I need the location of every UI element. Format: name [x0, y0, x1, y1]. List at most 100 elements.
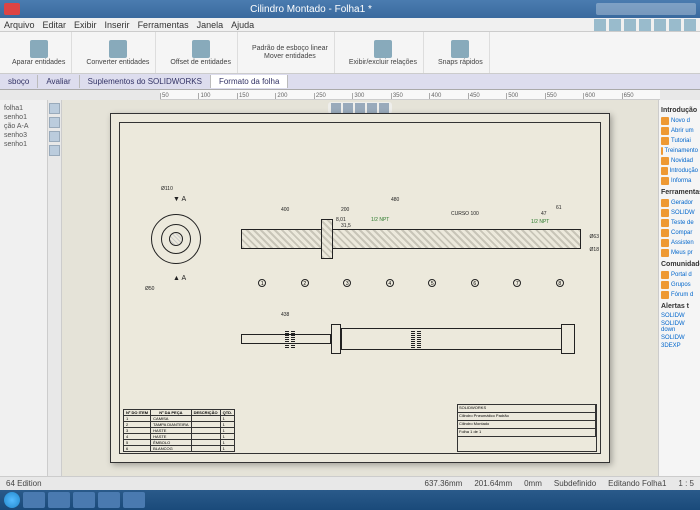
taskpane-link[interactable]: Meus pr: [661, 248, 698, 258]
balloon[interactable]: 5: [428, 279, 436, 287]
ribbon-offset[interactable]: Offset de entidades: [164, 32, 238, 73]
ribbon-pattern[interactable]: Padrão de esboço linear Mover entidades: [246, 32, 335, 73]
ribbon-convert[interactable]: Converter entidades: [80, 32, 156, 73]
display-style-icon[interactable]: [379, 103, 389, 113]
undo-icon[interactable]: [654, 19, 666, 31]
taskpane-link[interactable]: Novidad: [661, 156, 698, 166]
dimension[interactable]: CURSO 100: [451, 211, 479, 217]
taskpane-link[interactable]: Tutoriai: [661, 136, 698, 146]
taskpane-link[interactable]: Informa: [661, 176, 698, 186]
taskbar-solidworks-icon[interactable]: [123, 492, 145, 508]
dimension[interactable]: Ø110: [161, 186, 173, 192]
rotate-icon[interactable]: [367, 103, 377, 113]
view-tool-icon[interactable]: [49, 103, 60, 114]
ribbon-trim[interactable]: Aparar entidades: [6, 32, 72, 73]
quick-access-toolbar: [594, 19, 696, 31]
menu-editar[interactable]: Editar: [43, 20, 67, 30]
taskpane-link[interactable]: 3DEXP: [661, 342, 698, 350]
taskpane-link[interactable]: SOLIDW: [661, 334, 698, 342]
side-elevation-view[interactable]: 438: [241, 314, 581, 364]
dimension[interactable]: 47: [541, 211, 547, 217]
menu-janela[interactable]: Janela: [197, 20, 224, 30]
dimension[interactable]: 480: [391, 197, 399, 203]
tree-item[interactable]: senho1: [4, 113, 43, 122]
taskpane-link[interactable]: SOLIDW: [661, 208, 698, 218]
start-button[interactable]: [4, 492, 20, 508]
taskpane-link[interactable]: Novo d: [661, 116, 698, 126]
save-icon[interactable]: [624, 19, 636, 31]
menu-ferramentas[interactable]: Ferramentas: [138, 20, 189, 30]
balloon[interactable]: 7: [513, 279, 521, 287]
pan-icon[interactable]: [355, 103, 365, 113]
status-scale: 1 : 5: [678, 479, 694, 488]
zoom-area-icon[interactable]: [343, 103, 353, 113]
taskpane-link[interactable]: Fórum d: [661, 290, 698, 300]
feature-tree-panel[interactable]: folha1 senho1 ção A-A senho3 senho1: [0, 100, 48, 476]
balloon[interactable]: 4: [386, 279, 394, 287]
balloon[interactable]: 2: [301, 279, 309, 287]
taskpane-link[interactable]: SOLIDW: [661, 312, 698, 320]
tool-icon: [661, 229, 669, 237]
options-icon[interactable]: [684, 19, 696, 31]
tree-item[interactable]: folha1: [4, 104, 43, 113]
tab-avaliar[interactable]: Avaliar: [38, 75, 79, 88]
taskbar-chrome-icon[interactable]: [23, 492, 45, 508]
menu-arquivo[interactable]: Arquivo: [4, 20, 35, 30]
dimension-thread[interactable]: 1/2 NPT: [531, 219, 549, 225]
tab-formato[interactable]: Formato da folha: [211, 75, 288, 88]
dimension[interactable]: Ø50: [145, 286, 154, 292]
dimension[interactable]: 200: [341, 207, 349, 213]
new-icon[interactable]: [594, 19, 606, 31]
view-tool-icon[interactable]: [49, 131, 60, 142]
taskpane-link[interactable]: Gerador: [661, 198, 698, 208]
tree-item[interactable]: senho3: [4, 131, 43, 140]
balloon[interactable]: 1: [258, 279, 266, 287]
taskbar-explorer-icon[interactable]: [48, 492, 70, 508]
dimension[interactable]: Ø63: [590, 234, 599, 240]
redo-icon[interactable]: [669, 19, 681, 31]
taskpane-link[interactable]: Introdução: [661, 166, 698, 176]
ribbon-relations[interactable]: Exibir/excluir relações: [343, 32, 424, 73]
open-icon[interactable]: [609, 19, 621, 31]
dimension[interactable]: 400: [281, 207, 289, 213]
dimension[interactable]: Ø18: [590, 247, 599, 253]
balloon[interactable]: 6: [471, 279, 479, 287]
taskbar-app-icon[interactable]: [73, 492, 95, 508]
drawing-canvas[interactable]: ▼ A ▲ A Ø110 Ø50 480 400 200 8,01 31,5 1…: [62, 100, 658, 476]
zoom-fit-icon[interactable]: [331, 103, 341, 113]
view-tool-icon[interactable]: [49, 117, 60, 128]
view-tool-icon[interactable]: [49, 145, 60, 156]
tab-suplementos[interactable]: Suplementos do SOLIDWORKS: [80, 75, 211, 88]
task-pane[interactable]: Introdução Novo d Abrir um Tutoriai Trei…: [658, 100, 700, 476]
folder-icon: [661, 127, 669, 135]
dimension-thread[interactable]: 1/2 NPT: [371, 217, 389, 223]
section-view-a-a[interactable]: 480 400 200 8,01 31,5 1/2 NPT CURSO 100 …: [241, 199, 581, 279]
taskpane-link[interactable]: Portal d: [661, 270, 698, 280]
taskpane-link[interactable]: Teste de: [661, 218, 698, 228]
title-block[interactable]: SOLIDWORKS Cilindro Pneumático Padrão Ci…: [457, 404, 597, 452]
dimension[interactable]: 31,5: [341, 223, 351, 229]
front-view[interactable]: ▼ A ▲ A Ø110 Ø50: [151, 214, 201, 264]
taskpane-link[interactable]: Compar: [661, 228, 698, 238]
balloon[interactable]: 8: [556, 279, 564, 287]
search-help-input[interactable]: [596, 3, 696, 15]
dimension[interactable]: 438: [281, 312, 289, 318]
taskpane-link[interactable]: Grupos: [661, 280, 698, 290]
drawing-sheet[interactable]: ▼ A ▲ A Ø110 Ø50 480 400 200 8,01 31,5 1…: [110, 113, 610, 463]
tab-esboco[interactable]: sboço: [0, 75, 38, 88]
taskpane-link[interactable]: SOLIDW down: [661, 320, 698, 334]
balloon[interactable]: 3: [343, 279, 351, 287]
taskbar-app-icon[interactable]: [98, 492, 120, 508]
dimension[interactable]: 61: [556, 205, 562, 211]
bom-table[interactable]: Nº DO ITEMNº DA PEÇADESCRIÇÃOQTD. 1CAMIS…: [123, 409, 235, 452]
tree-item[interactable]: senho1: [4, 140, 43, 149]
tree-item[interactable]: ção A-A: [4, 122, 43, 131]
taskpane-link[interactable]: Treinamento: [661, 146, 698, 156]
menu-inserir[interactable]: Inserir: [105, 20, 130, 30]
menu-ajuda[interactable]: Ajuda: [231, 20, 254, 30]
taskpane-link[interactable]: Abrir um: [661, 126, 698, 136]
print-icon[interactable]: [639, 19, 651, 31]
menu-exibir[interactable]: Exibir: [74, 20, 97, 30]
ribbon-snaps[interactable]: Snaps rápidos: [432, 32, 490, 73]
taskpane-link[interactable]: Assisten: [661, 238, 698, 248]
